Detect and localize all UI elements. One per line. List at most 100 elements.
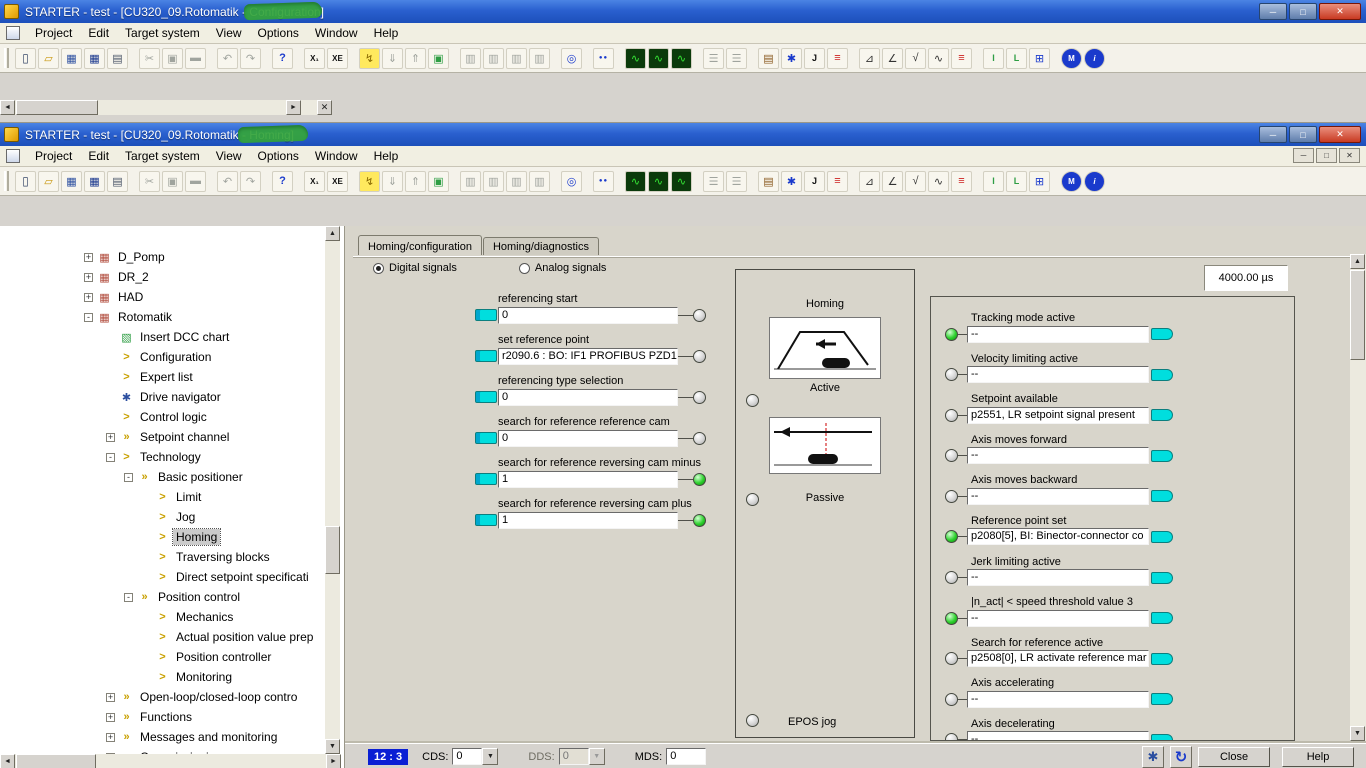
radio-option[interactable]: Analog signals bbox=[518, 262, 606, 274]
connect-target-icon[interactable]: ↯ bbox=[359, 47, 380, 69]
interconnect-in-icon[interactable]: I bbox=[983, 47, 1004, 69]
copy-icon[interactable]: ▣ bbox=[162, 47, 183, 69]
paste-icon[interactable]: ▬ bbox=[185, 170, 206, 192]
minimize-button[interactable]: ─ bbox=[1259, 126, 1287, 143]
mds-value[interactable]: 0 bbox=[666, 748, 707, 765]
close-dialog-button[interactable]: Close bbox=[1198, 746, 1270, 767]
binector-output-chip[interactable] bbox=[1151, 530, 1173, 543]
status-value-field[interactable]: -- bbox=[967, 366, 1149, 384]
tree-item-label[interactable]: DR_2 bbox=[115, 269, 152, 285]
tree-item-label[interactable]: Functions bbox=[137, 709, 195, 725]
cds-combo[interactable]: 0 bbox=[452, 748, 499, 765]
tree-item[interactable]: - Rotomatik bbox=[0, 307, 325, 327]
root-curve-icon[interactable]: √ bbox=[905, 47, 926, 69]
tree-expander[interactable]: + bbox=[106, 432, 115, 442]
trace-1-icon[interactable]: ∿ bbox=[625, 170, 646, 192]
help-pointer-icon[interactable]: ? bbox=[272, 170, 293, 192]
tree-item-label[interactable]: Messages and monitoring bbox=[137, 729, 280, 745]
signal-value-field[interactable]: r2090.6 : BO: IF1 PROFIBUS PZD1 bbox=[498, 347, 678, 365]
target-partners-icon[interactable]: ●● bbox=[593, 170, 614, 192]
info-icon[interactable]: i bbox=[1084, 170, 1105, 192]
print-icon[interactable]: ▤ bbox=[107, 47, 128, 69]
accessible-nodes-icon[interactable]: ◎ bbox=[561, 170, 582, 192]
paste-icon[interactable]: ▬ bbox=[185, 47, 206, 69]
limit-lines-icon[interactable]: ≡ bbox=[827, 170, 848, 192]
scroll-thumb[interactable] bbox=[16, 754, 96, 768]
scroll-up-icon[interactable] bbox=[1350, 254, 1365, 269]
tree-item[interactable]: + DR_2 bbox=[0, 267, 325, 287]
accessible-nodes-icon[interactable]: ◎ bbox=[561, 47, 582, 69]
tree-vertical-scrollbar[interactable] bbox=[325, 226, 340, 754]
tree-item[interactable]: Monitoring bbox=[0, 667, 325, 687]
tree-item[interactable]: - Technology bbox=[0, 447, 325, 467]
interconnect-out-icon[interactable]: L bbox=[1006, 47, 1027, 69]
binector-output-chip[interactable] bbox=[1151, 328, 1173, 340]
new-document-icon[interactable]: ▯ bbox=[15, 170, 36, 192]
binector-output-chip[interactable] bbox=[1151, 612, 1173, 625]
toolbar-grip[interactable] bbox=[4, 48, 9, 68]
tree-item-label[interactable]: D_Pomp bbox=[115, 249, 168, 265]
tree-item[interactable]: + HAD bbox=[0, 287, 325, 307]
upload-from-target-icon[interactable]: ⇑ bbox=[405, 47, 426, 69]
wave-curve-icon[interactable]: ∿ bbox=[928, 170, 949, 192]
jog-icon[interactable]: J bbox=[804, 170, 825, 192]
menu-item[interactable]: View bbox=[208, 147, 250, 165]
trace-1-icon[interactable]: ∿ bbox=[625, 47, 646, 69]
menu-item[interactable]: Help bbox=[366, 24, 407, 42]
download-to-target-icon[interactable]: ⇓ bbox=[382, 47, 403, 69]
binector-output-chip[interactable] bbox=[1151, 490, 1173, 503]
tree-item-label[interactable]: Open-loop/closed-loop contro bbox=[137, 689, 300, 705]
form-vertical-scrollbar[interactable] bbox=[1350, 254, 1366, 741]
help-button[interactable]: Help bbox=[1282, 746, 1354, 767]
menu-item[interactable]: View bbox=[208, 24, 250, 42]
passive-homing-image[interactable] bbox=[769, 417, 881, 474]
minimize-button[interactable]: ─ bbox=[1259, 3, 1287, 20]
tree-expander[interactable]: - bbox=[124, 472, 133, 482]
configuration-gear-icon[interactable]: ✱ bbox=[781, 47, 802, 69]
drive-function-4-icon[interactable]: ▥ bbox=[529, 170, 550, 192]
status-value-field[interactable]: -- bbox=[967, 731, 1149, 740]
grid-view-icon[interactable]: ⊞ bbox=[1029, 170, 1050, 192]
menu-item[interactable]: Target system bbox=[117, 24, 208, 42]
binector-output-chip[interactable] bbox=[1151, 652, 1173, 665]
menu-item[interactable]: Project bbox=[27, 24, 80, 42]
undo-icon[interactable]: ↶ bbox=[217, 47, 238, 69]
motor-module-icon[interactable]: M bbox=[1061, 47, 1082, 69]
redo-icon[interactable]: ↷ bbox=[240, 47, 261, 69]
undo-icon[interactable]: ↶ bbox=[217, 170, 238, 192]
tree-item[interactable]: Limit bbox=[0, 487, 325, 507]
limit-lines-icon[interactable]: ≡ bbox=[827, 47, 848, 69]
tree-item-label[interactable]: HAD bbox=[115, 289, 146, 305]
tree-item-label[interactable]: Configuration bbox=[137, 349, 214, 365]
tree-item-label[interactable]: Traversing blocks bbox=[173, 549, 273, 565]
status-value-field[interactable]: -- bbox=[967, 569, 1149, 587]
tree-expander[interactable]: - bbox=[124, 592, 133, 602]
binector-input-chip[interactable] bbox=[475, 514, 497, 526]
tree-item[interactable]: Expert list bbox=[0, 367, 325, 387]
binector-input-chip[interactable] bbox=[475, 350, 497, 362]
tree-item[interactable]: Configuration bbox=[0, 347, 325, 367]
info-icon[interactable]: i bbox=[1084, 47, 1105, 69]
insert-single-drive-icon[interactable]: X₁ bbox=[304, 170, 325, 192]
menu-item[interactable]: Edit bbox=[80, 24, 117, 42]
binector-input-chip[interactable] bbox=[475, 473, 497, 485]
tree-item[interactable]: Insert DCC chart bbox=[0, 327, 325, 347]
drive-function-4-icon[interactable]: ▥ bbox=[529, 47, 550, 69]
tree-item[interactable]: + Setpoint channel bbox=[0, 427, 325, 447]
titlebar-configuration[interactable]: STARTER - test - [CU320_09.Rotomatik - C… bbox=[0, 0, 1366, 23]
status-value-field[interactable]: p2551, LR setpoint signal present bbox=[967, 406, 1149, 424]
toolbar-grip[interactable] bbox=[4, 171, 9, 191]
maximize-button[interactable]: □ bbox=[1289, 3, 1317, 20]
close-button[interactable]: ✕ bbox=[1319, 3, 1361, 20]
jog-icon[interactable]: J bbox=[804, 47, 825, 69]
scroll-right-icon[interactable] bbox=[286, 100, 301, 115]
status-value-field[interactable]: p2080[5], BI: Binector-connector co bbox=[967, 528, 1149, 546]
status-value-field[interactable]: -- bbox=[967, 487, 1149, 505]
tree-item[interactable]: + Functions bbox=[0, 707, 325, 727]
menu-item[interactable]: Edit bbox=[80, 147, 117, 165]
save-icon[interactable]: ▦ bbox=[61, 170, 82, 192]
scroll-thumb[interactable] bbox=[16, 100, 98, 115]
drive-function-1-icon[interactable]: ▥ bbox=[460, 170, 481, 192]
tree-item-label[interactable]: Basic positioner bbox=[155, 469, 246, 485]
tree-item-label[interactable]: Control logic bbox=[137, 409, 210, 425]
